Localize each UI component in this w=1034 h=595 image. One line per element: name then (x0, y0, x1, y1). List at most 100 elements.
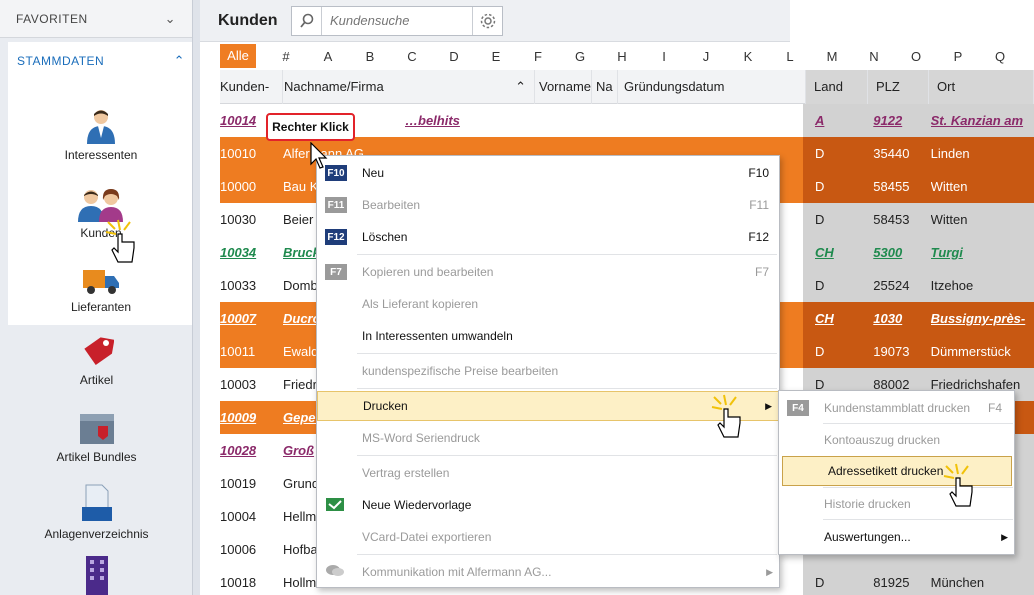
cell-name[interactable]: …belhits (283, 113, 803, 128)
col-kunden[interactable]: Kunden- (220, 69, 283, 104)
col-vorname[interactable]: Vorname (535, 69, 592, 104)
sidebar-item-artikel[interactable]: Artikel (0, 335, 192, 387)
menu-item-label: Drucken (363, 399, 408, 413)
sort-up-icon[interactable]: ⌃ (515, 70, 526, 104)
cell-ort: München (930, 575, 985, 590)
mouse-pointer-icon (310, 142, 328, 169)
alpha-filter-item[interactable]: M (811, 49, 853, 64)
alpha-filter-item[interactable]: F (517, 49, 559, 64)
cell-kunden-nr: 10004 (220, 509, 257, 524)
col-nachname-label: Nachname/Firma (284, 78, 384, 94)
menu-item-in-interessenten-umwandeln[interactable]: In Interessenten umwandeln (317, 321, 779, 351)
menu-item-löschen[interactable]: F12 Löschen F12 (317, 222, 779, 252)
cell-kunden-nr: 10006 (220, 542, 257, 557)
favorites-header[interactable]: FAVORITEN ⌄ (0, 0, 192, 38)
cell-address-group: D 25524 Itzehoe (803, 269, 1034, 302)
col-plz[interactable]: PLZ (868, 69, 929, 104)
sidebar-item-anlagenverzeichnis[interactable]: Anlagenverzeichnis (0, 483, 192, 541)
alpha-filter-item[interactable]: H (601, 49, 643, 64)
cell-kunden-nr[interactable]: 10007 (220, 311, 283, 326)
submenu-arrow-icon: ▶ (765, 400, 772, 411)
menu-separator (823, 423, 1013, 424)
col-land[interactable]: Land (806, 69, 868, 104)
alpha-filter-item[interactable]: # (265, 49, 307, 64)
alpha-filter-item[interactable]: G (559, 49, 601, 64)
submenu-item-label: Auswertungen... (824, 530, 911, 544)
alpha-filter-item[interactable]: E (475, 49, 517, 64)
menu-item-neu[interactable]: F10 Neu F10 (317, 158, 779, 188)
alpha-filter-item[interactable]: Alle (220, 44, 256, 68)
submenu-arrow-icon: ▶ (766, 566, 773, 577)
shortcut-key-badge: F7 (325, 264, 347, 280)
menu-item-label: MS-Word Seriendruck (362, 431, 480, 445)
submenu-arrow-icon: ▶ (1001, 531, 1008, 542)
menu-item-label: Löschen (362, 230, 408, 244)
print-submenu: F4 Kundenstammblatt drucken F4 Kontoauszug … (778, 390, 1015, 555)
asset-directory-icon (81, 484, 112, 521)
cell-kunden-nr: 10011 (220, 344, 256, 359)
menu-item-vcard-datei-exportieren[interactable]: VCard-Datei exportieren (317, 522, 779, 552)
sidebar-item-label: Artikel (79, 373, 114, 387)
cell-plz: 9122 (873, 113, 903, 128)
cell-land: D (815, 278, 825, 293)
cell-address-group: D 81925 München (803, 566, 1034, 595)
menu-item-bearbeiten[interactable]: F11 Bearbeiten F11 (317, 190, 779, 220)
cell-kunden-nr: 10033 (220, 278, 257, 293)
menu-item-label: Vertrag erstellen (362, 466, 450, 480)
menu-item-label: Kopieren und bearbeiten (362, 265, 494, 279)
menu-item-neue-wiedervorlage[interactable]: Neue Wiedervorlage (317, 490, 779, 520)
alpha-filter-item[interactable]: C (391, 49, 433, 64)
col-na[interactable]: Na (592, 69, 618, 104)
alpha-filter-item[interactable]: L (769, 49, 811, 64)
alpha-filter-item[interactable]: O (895, 49, 937, 64)
sidebar-item-label: Interessenten (64, 148, 138, 162)
menu-item-label: Neu (362, 166, 385, 180)
submenu-item-label: Historie drucken (824, 497, 911, 511)
submenu-item-kundenstammblatt-drucken[interactable]: F4 Kundenstammblatt drucken F4 (779, 393, 1014, 423)
sidebar-item-building[interactable] (0, 556, 192, 595)
chat-icon (325, 563, 347, 582)
sidebar-item-kunden[interactable]: Kunden (8, 188, 192, 240)
submenu-item-auswertungen[interactable]: Auswertungen... ▶ (779, 522, 1014, 552)
menu-item-kopieren-und-bearbeiten[interactable]: F7 Kopieren und bearbeiten F7 (317, 257, 779, 287)
submenu-item-historie-drucken[interactable]: Historie drucken (779, 489, 1014, 519)
sidebar-item-artikel-bundles[interactable]: Artikel Bundles (0, 412, 192, 464)
cell-kunden-nr[interactable]: 10034 (220, 245, 283, 260)
col-gruendungsdatum[interactable]: Gründungsdatum (618, 69, 806, 104)
alpha-filter-item[interactable]: I (643, 49, 685, 64)
alpha-filter-item[interactable]: D (433, 49, 475, 64)
cell-land: A (815, 113, 825, 128)
chevron-up-icon[interactable]: ⌃ (174, 53, 185, 69)
search-icon[interactable] (292, 6, 322, 35)
menu-item-kommunikation-mit-alfermann-ag[interactable]: Kommunikation mit Alfermann AG... ▶ (317, 557, 779, 587)
alpha-filter-item[interactable]: P (937, 49, 979, 64)
menu-item-vertrag-erstellen[interactable]: Vertrag erstellen (317, 458, 779, 488)
submenu-item-label: Adressetikett drucken (828, 464, 944, 478)
alpha-filter-item[interactable]: K (727, 49, 769, 64)
menu-item-kundenspezifische-preise-bearbeiten[interactable]: kundenspezifische Preise bearbeiten (317, 356, 779, 386)
cell-address-group: CH 5300 Turgi (803, 236, 1034, 269)
menu-item-als-lieferant-kopieren[interactable]: Als Lieferant kopieren (317, 289, 779, 319)
cell-kunden-nr: 10010 (220, 146, 257, 161)
alpha-filter-item[interactable]: B (349, 49, 391, 64)
cell-kunden-nr[interactable]: 10028 (220, 443, 283, 458)
alpha-filter-item[interactable]: Q (979, 49, 1021, 64)
stammdaten-header[interactable]: STAMMDATEN ⌃ (8, 42, 192, 80)
alpha-filter-item[interactable]: N (853, 49, 895, 64)
col-nachname[interactable]: Nachname/Firma ⌃ (283, 69, 535, 104)
cell-kunden-nr[interactable]: 10009 (220, 410, 283, 425)
sidebar-item-lieferanten[interactable]: Lieferanten (8, 266, 192, 314)
col-ort[interactable]: Ort (929, 69, 1034, 104)
alpha-filter-item[interactable]: J (685, 49, 727, 64)
alpha-filter-item[interactable]: A (307, 49, 349, 64)
search-input[interactable] (322, 6, 472, 35)
cell-kunden-nr: 10030 (220, 212, 257, 227)
menu-separator (357, 554, 777, 555)
gear-icon[interactable] (472, 6, 502, 35)
shortcut-key-badge: F10 (325, 165, 347, 181)
search-box (291, 5, 503, 36)
shortcut-key-badge: F11 (325, 197, 347, 213)
sidebar-item-interessenten[interactable]: Interessenten (8, 108, 192, 162)
submenu-item-kontoauszug-drucken[interactable]: Kontoauszug drucken (779, 425, 1014, 455)
chevron-down-icon[interactable]: ⌄ (165, 11, 176, 27)
